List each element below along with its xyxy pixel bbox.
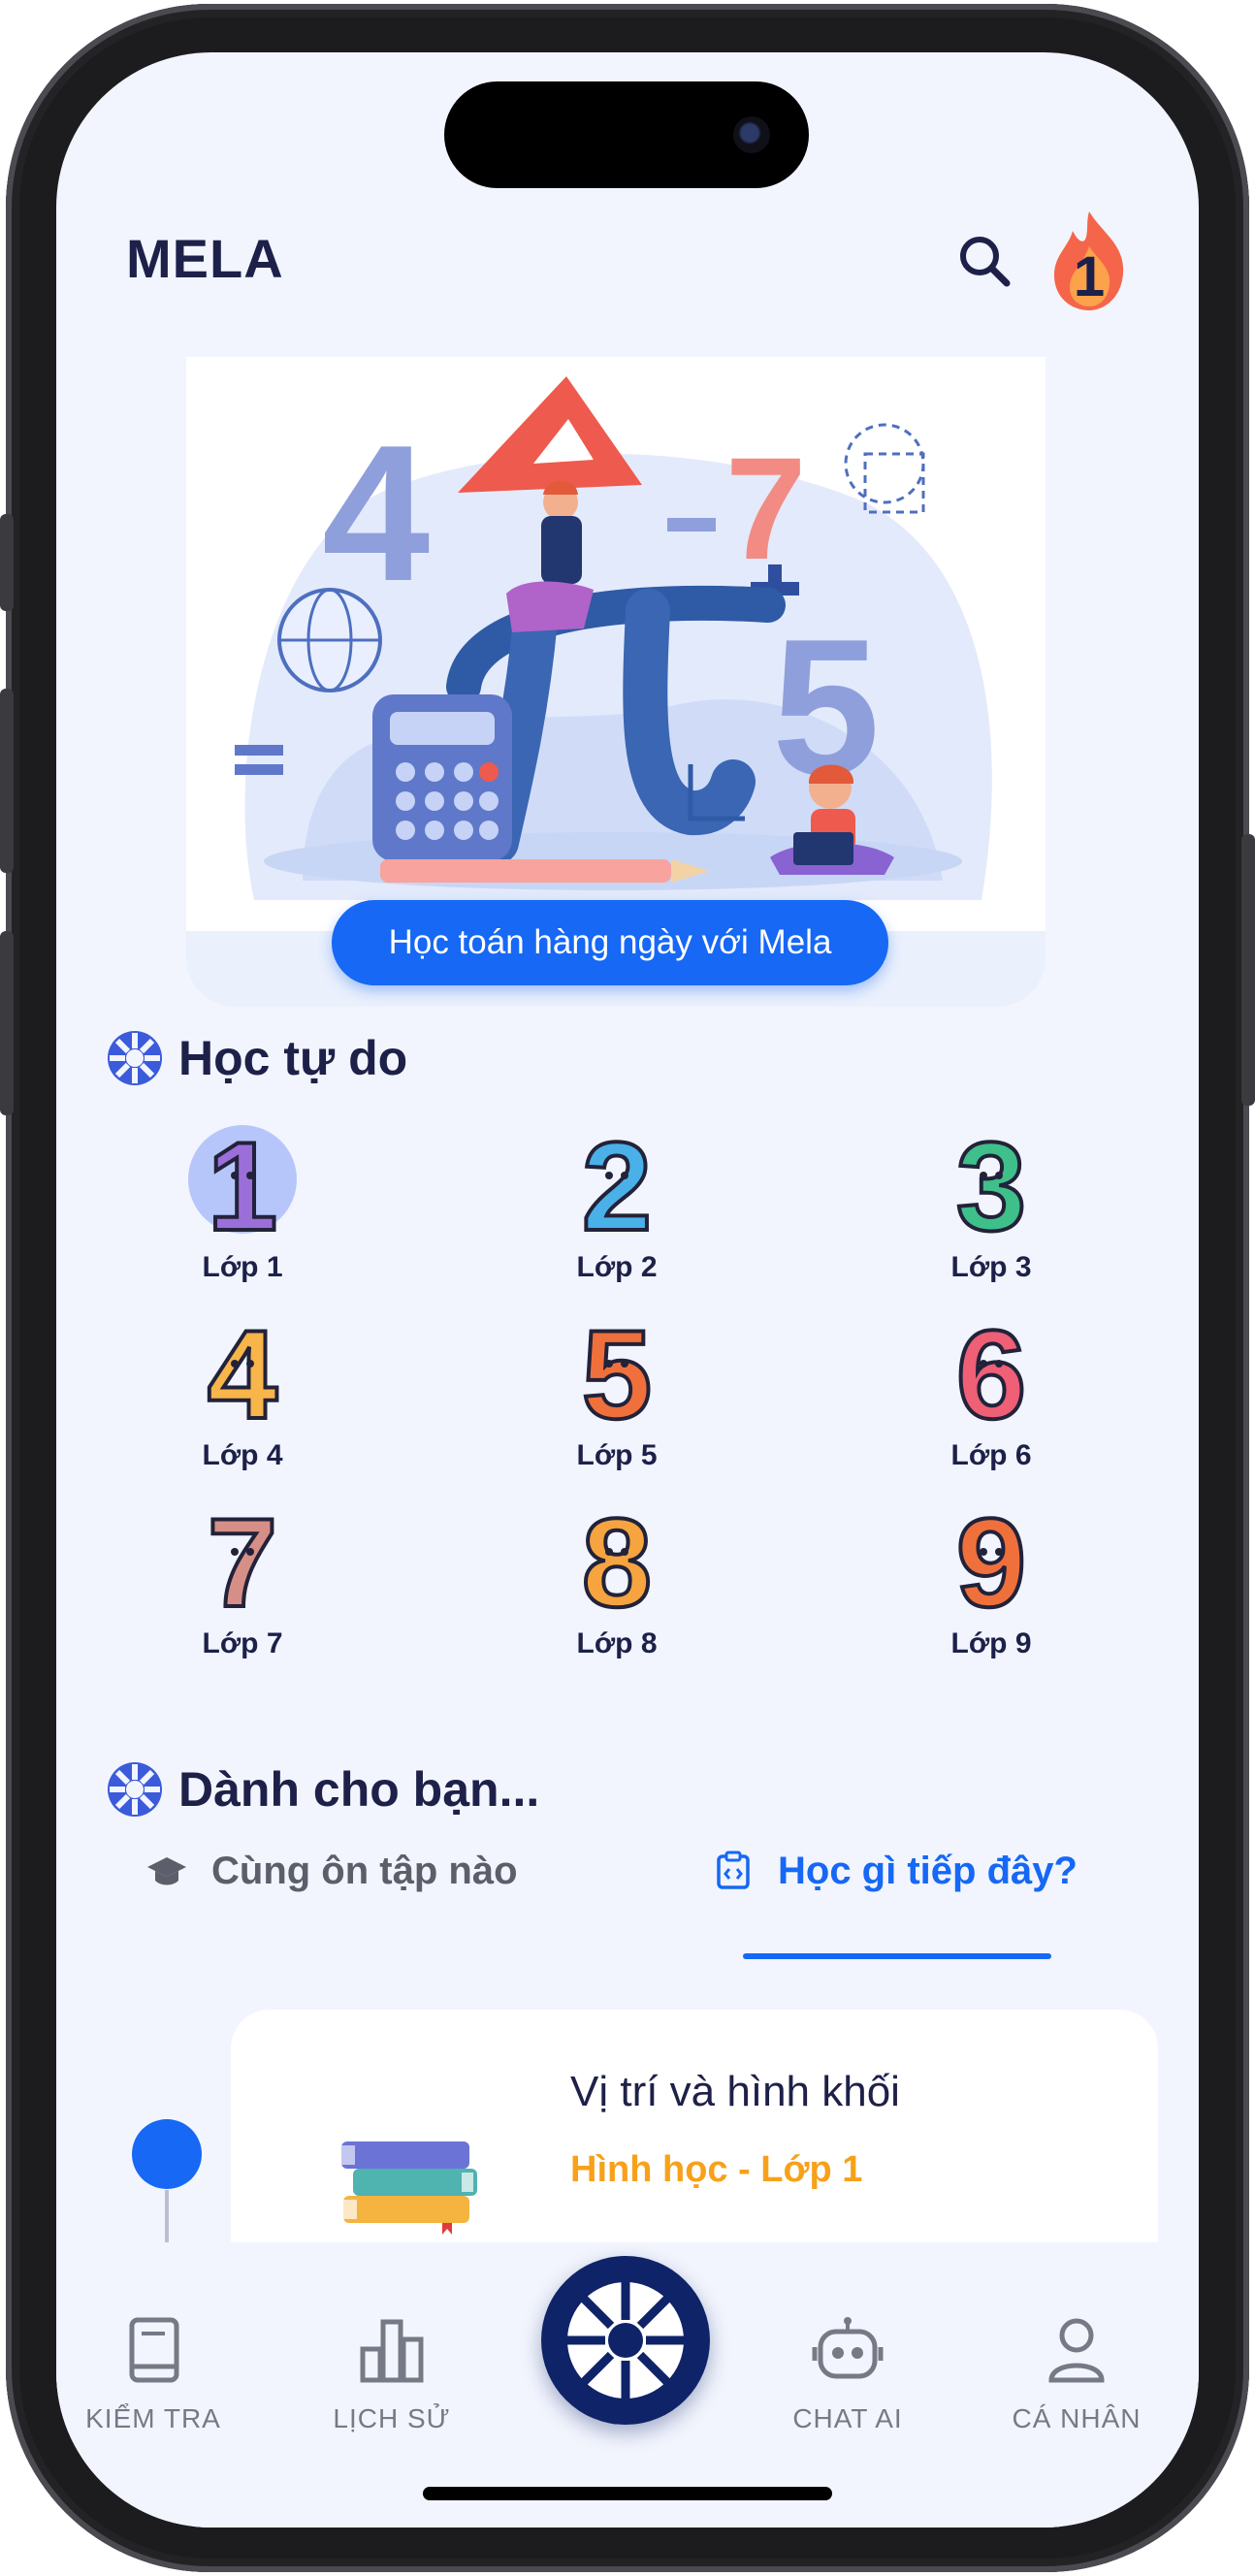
user-icon [1048,2318,1105,2383]
nav-chat-ai[interactable]: CHAT AI [751,2316,945,2434]
section-title: Học tự do [178,1031,408,1085]
grade-label: Lớp 5 [576,1439,658,1471]
tab-review[interactable]: Cùng ôn tập nào [145,1837,518,1905]
svg-text:7: 7 [208,1492,277,1618]
robot-icon [812,2317,884,2379]
volume-down-button [0,931,14,1115]
grade-card-3[interactable]: 3 Lớp 3 [894,1115,1088,1284]
tab-label: Học gì tiếp đây? [778,1849,1078,1892]
mela-wheel-icon [564,2279,687,2401]
grade-card-4[interactable]: 4 Lớp 4 [145,1304,339,1472]
search-icon [960,237,1011,287]
number-mascot-icon: 6 [954,1304,1028,1430]
grade-card-2[interactable]: 2 Lớp 2 [520,1115,714,1284]
search-button[interactable] [947,223,1024,301]
tab-label: Cùng ôn tập nào [211,1849,518,1892]
number-mascot-icon: 5 [580,1304,654,1430]
dynamic-island [444,81,809,188]
lesson-subtitle: Hình học - Lớp 1 [570,2149,863,2190]
bottom-navigation: KIỂM TRA LỊCH SỬ CHAT AI CÁ NHÂN [56,2242,1199,2528]
lesson-title: Vị trí và hình khối [570,2068,900,2115]
svg-text:7: 7 [725,427,806,590]
grade-label: Lớp 3 [950,1251,1032,1283]
books-icon [341,2141,477,2235]
banner-cta-button[interactable]: Học toán hàng ngày với Mela [332,900,888,985]
free-learning-header: Học tự do [107,1024,407,1092]
svg-text:6: 6 [956,1304,1026,1430]
svg-text:5: 5 [582,1304,652,1430]
front-camera [733,116,770,153]
number-mascot-icon: 4 [206,1304,279,1430]
code-clipboard-icon [717,1851,750,1889]
grade-card-6[interactable]: 6 Lớp 6 [894,1304,1088,1472]
bar-chart-icon [360,2319,424,2383]
grade-label: Lớp 4 [202,1439,283,1471]
nav-home-button[interactable] [541,2256,710,2425]
grade-card-9[interactable]: 9 Lớp 9 [894,1492,1088,1660]
app-screen: MELA 1 4 7 5 Học toán hàng ngày với Mela… [56,52,1199,2528]
timeline-dot [132,2119,202,2189]
math-illustration: 4 7 5 [235,376,992,900]
grade-label: Lớp 1 [202,1251,283,1283]
nav-profile[interactable]: CÁ NHÂN [980,2316,1174,2434]
power-button [1241,834,1255,1106]
streak-count: 1 [1073,245,1106,308]
number-mascot-icon: 1 [188,1115,297,1241]
mela-logo-icon [108,1031,162,1085]
nav-label: LỊCH SỬ [333,2403,451,2433]
grade-card-1[interactable]: 1 Lớp 1 [145,1115,339,1284]
number-mascot-icon: 3 [954,1115,1028,1241]
grade-label: Lớp 6 [950,1439,1032,1471]
grade-label: Lớp 2 [576,1251,658,1283]
active-tab-indicator [743,1953,1051,1959]
svg-text:8: 8 [582,1492,652,1618]
grade-card-5[interactable]: 5 Lớp 5 [520,1304,714,1472]
svg-text:4: 4 [208,1304,277,1430]
app-title: MELA [126,228,284,289]
volume-up-button [0,689,14,873]
svg-text:1: 1 [208,1115,277,1241]
grade-card-8[interactable]: 8 Lớp 8 [520,1492,714,1660]
grade-card-7[interactable]: 7 Lớp 7 [145,1492,339,1660]
mela-logo-icon [108,1762,162,1817]
number-mascot-icon: 2 [580,1115,654,1241]
timeline-line [165,2190,169,2248]
hero-banner[interactable]: 4 7 5 Học toán hàng ngày với Mela [186,357,1046,1007]
section-title: Dành cho bạn... [178,1762,540,1817]
number-mascot-icon: 9 [954,1492,1028,1618]
nav-label: KIỂM TRA [85,2403,221,2433]
nav-label: CHAT AI [792,2403,903,2433]
svg-text:9: 9 [956,1492,1026,1618]
graduation-cap-icon [147,1857,186,1885]
nav-history[interactable]: LỊCH SỬ [295,2316,489,2434]
number-mascot-icon: 7 [206,1492,279,1618]
action-button [0,514,14,611]
grade-label: Lớp 8 [576,1627,658,1659]
grade-label: Lớp 9 [950,1627,1032,1659]
tab-next-lesson[interactable]: Học gì tiếp đây? [712,1837,1078,1905]
svg-text:2: 2 [582,1115,652,1241]
number-mascot-icon: 8 [580,1492,654,1618]
svg-text:3: 3 [956,1115,1026,1241]
streak-badge[interactable]: 1 [1046,208,1133,314]
book-icon [129,2317,179,2383]
nav-test[interactable]: KIỂM TRA [56,2316,250,2434]
nav-label: CÁ NHÂN [1012,2403,1142,2433]
home-indicator [423,2487,832,2500]
for-you-header: Dành cho bạn... [107,1755,539,1823]
grade-label: Lớp 7 [202,1627,283,1659]
